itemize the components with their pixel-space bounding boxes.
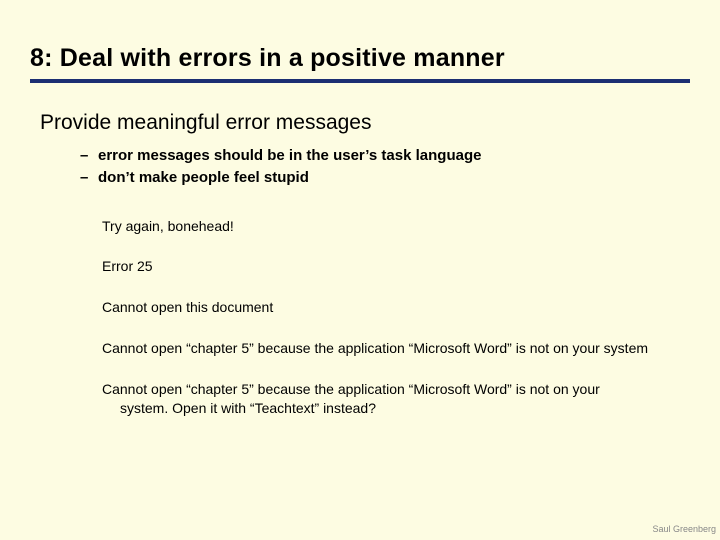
example-item: Cannot open “chapter 5” because the appl… xyxy=(102,380,650,418)
example-item: Try again, bonehead! xyxy=(102,217,650,236)
bullet-dash-icon: – xyxy=(80,145,98,167)
example-list: Try again, bonehead! Error 25 Cannot ope… xyxy=(102,217,650,418)
example-item: Cannot open “chapter 5” because the appl… xyxy=(102,339,650,358)
slide-subtitle: Provide meaningful error messages xyxy=(40,111,690,135)
bullet-item: – error messages should be in the user’s… xyxy=(80,145,690,167)
bullet-list: – error messages should be in the user’s… xyxy=(80,145,690,189)
footer-author: Saul Greenberg xyxy=(652,524,716,534)
bullet-text: don’t make people feel stupid xyxy=(98,167,309,189)
example-item: Error 25 xyxy=(102,257,650,276)
bullet-item: – don’t make people feel stupid xyxy=(80,167,690,189)
slide: 8: Deal with errors in a positive manner… xyxy=(0,0,720,540)
example-item: Cannot open this document xyxy=(102,298,650,317)
bullet-text: error messages should be in the user’s t… xyxy=(98,145,481,167)
bullet-dash-icon: – xyxy=(80,167,98,189)
slide-title: 8: Deal with errors in a positive manner xyxy=(30,44,690,83)
